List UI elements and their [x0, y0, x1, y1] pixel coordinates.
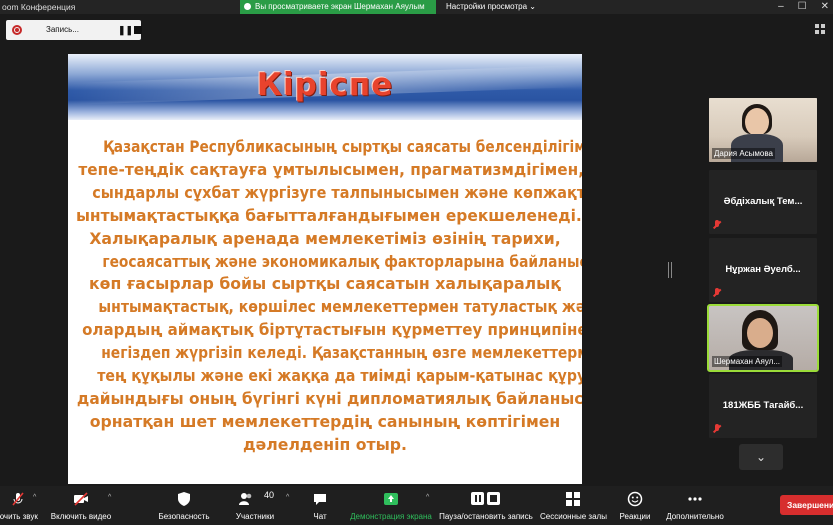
- participant-name: Әбдіхалық Тем...: [723, 196, 803, 207]
- end-meeting-button[interactable]: Завершение: [780, 495, 833, 515]
- reactions-label: Реакции: [619, 512, 651, 521]
- slide-text-line: дәлелденіп отыр.: [243, 434, 407, 454]
- view-options-button[interactable]: Настройки просмотра ⌄: [446, 0, 536, 14]
- share-banner-text: Вы просматриваете экран Шермахан Аяулым: [255, 2, 425, 11]
- share-indicator-icon: [244, 3, 251, 10]
- participant-face: [747, 318, 773, 348]
- participants-label: Участники: [235, 512, 275, 521]
- slide-text-line: ынтымақтастық, көршілес мемлекеттермен т…: [98, 297, 582, 317]
- mic-muted-icon: [713, 288, 721, 298]
- participant-name: Шермахан Аяул...: [712, 356, 783, 367]
- slide-text-line: негіздеп жүргізіп келеді. Қазақстанның ө…: [101, 343, 582, 363]
- chevron-down-icon: ⌄: [755, 450, 767, 464]
- recording-label: Запись...: [46, 25, 79, 34]
- unmute-button[interactable]: ючить звук: [0, 486, 48, 525]
- slide-body-text: Қазақстан Республикасының сыртқы саясаты…: [68, 136, 582, 457]
- stop-recording-icon[interactable]: [134, 26, 142, 34]
- participants-count: 40: [264, 490, 275, 500]
- more-dots-icon: [688, 497, 702, 501]
- unmute-label: ючить звук: [0, 512, 38, 521]
- start-video-label: Включить видео: [50, 512, 112, 521]
- share-screen-label: Демонстрация экрана: [350, 512, 432, 521]
- video-options-caret[interactable]: ^: [108, 494, 111, 501]
- participant-tile[interactable]: 181ЖББ Тагайб...: [709, 374, 817, 438]
- panel-resize-handle[interactable]: [668, 262, 672, 278]
- start-video-button[interactable]: Включить видео: [48, 486, 114, 525]
- breakout-rooms-icon: [566, 492, 580, 506]
- slide-title: Кіріспе: [256, 67, 394, 103]
- participant-name: 181ЖББ Тагайб...: [722, 400, 804, 411]
- security-button[interactable]: Безопасность: [154, 486, 214, 525]
- mic-muted-icon: [713, 220, 721, 230]
- share-screen-button[interactable]: Демонстрация экрана: [346, 486, 436, 525]
- meeting-toolbar: ючить звук ^ Включить видео ^ Безопаснос…: [0, 486, 833, 525]
- title-bar: oom Конференция Вы просматриваете экран …: [0, 0, 833, 14]
- window-controls: – ☐ ✕: [778, 0, 829, 14]
- mic-muted-icon: [713, 424, 721, 434]
- participant-tile[interactable]: Нұржан Әуелб...: [709, 238, 817, 302]
- pause-stop-recording-button[interactable]: Пауза/остановить запись: [436, 486, 536, 525]
- slide-text-line: дайындығы оның бүгінгі күні дипломатиялы…: [76, 388, 582, 408]
- participant-tile[interactable]: Дария Асымова: [709, 98, 817, 162]
- participants-options-caret[interactable]: ^: [286, 494, 289, 501]
- audio-options-caret[interactable]: ^: [33, 494, 36, 501]
- slide-text-line: көп ғасырлар бойы сыртқы саясатын халықа…: [89, 274, 561, 294]
- participant-face: [745, 108, 769, 136]
- participant-tile-active-speaker[interactable]: Шермахан Аяул...: [707, 304, 819, 372]
- mic-muted-icon: [12, 492, 24, 506]
- maximize-icon[interactable]: ☐: [798, 0, 807, 14]
- slide-text-line: ынтымақтастыққа бағытталғандығымен ерекш…: [75, 205, 582, 225]
- slide-text-line: тең құқылы және екі жаққа да тиімді қары…: [97, 366, 582, 386]
- share-screen-icon: [384, 493, 398, 505]
- zoom-window: oom Конференция Вы просматриваете экран …: [0, 0, 833, 525]
- security-label: Безопасность: [158, 512, 210, 521]
- screen-share-banner: Вы просматриваете экран Шермахан Аяулым: [240, 0, 436, 14]
- gallery-layout-icon[interactable]: [815, 24, 827, 36]
- share-options-caret[interactable]: ^: [426, 494, 429, 501]
- people-icon: [239, 493, 252, 505]
- reactions-button[interactable]: Реакции: [614, 486, 656, 525]
- slide-text-line: олардың аймақтық біртұтастығын құрметтеу…: [82, 320, 582, 340]
- slide-text-line: сындарлы сұхбат жүргізуге талпынысымен ж…: [92, 182, 582, 202]
- smiley-icon: [627, 491, 643, 507]
- chat-label: Чат: [313, 512, 327, 521]
- slide-text-line: орнатқан шет мемлекеттердің санының көпт…: [89, 411, 561, 431]
- participant-tile[interactable]: Әбдіхалық Тем...: [709, 170, 817, 234]
- slide-text-line: Халықаралық аренада мемлекетіміз өзінің …: [89, 228, 561, 248]
- participant-name: Нұржан Әуелб...: [725, 264, 801, 275]
- pause-recording-icon[interactable]: ❚❚: [118, 20, 133, 40]
- pause-stop-recording-label: Пауза/остановить запись: [439, 512, 533, 521]
- more-button[interactable]: Дополнительно: [660, 486, 730, 525]
- shared-slide: Кіріспе Қазақстан Республикасының сыртқы…: [68, 54, 582, 484]
- participant-name: Дария Асымова: [712, 148, 775, 159]
- slide-text-line: геосаясаттық және экономикалық факторлар…: [102, 251, 582, 271]
- minimize-icon[interactable]: –: [778, 0, 784, 14]
- chat-icon: [314, 494, 326, 505]
- slide-text-line: тепе-теңдік сақтауға ұмтылысымен, прагма…: [78, 159, 582, 179]
- participants-button[interactable]: 40 Участники: [226, 486, 284, 525]
- more-label: Дополнительно: [666, 512, 724, 521]
- shield-icon: [178, 492, 190, 506]
- breakout-rooms-label: Сессионные залы: [540, 512, 607, 521]
- window-title: oom Конференция: [2, 2, 76, 12]
- video-off-icon: [74, 492, 88, 506]
- slide-text-line: Қазақстан Республикасының сыртқы саясаты…: [103, 137, 582, 156]
- pause-stop-icon: [471, 492, 500, 505]
- recording-bar: Запись... ❚❚: [6, 20, 142, 40]
- breakout-rooms-button[interactable]: Сессионные залы: [540, 486, 607, 525]
- record-icon: [12, 25, 22, 35]
- scroll-down-button[interactable]: ⌄: [739, 444, 783, 470]
- chat-button[interactable]: Чат: [300, 486, 340, 525]
- close-icon[interactable]: ✕: [821, 0, 829, 14]
